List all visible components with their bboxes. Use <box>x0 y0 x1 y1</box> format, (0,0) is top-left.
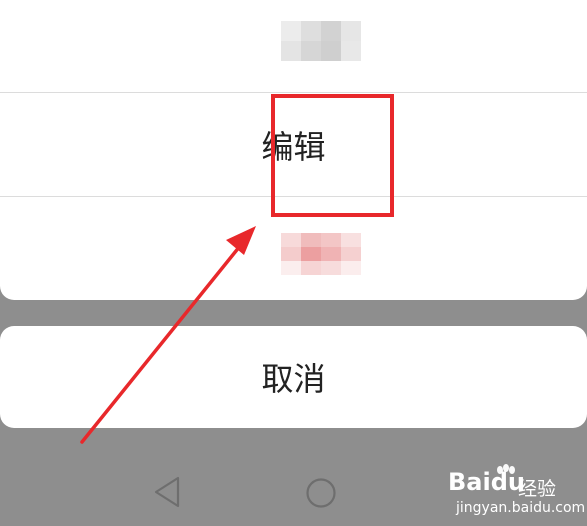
watermark-brand: Baidu <box>448 468 525 496</box>
menu-item-edit[interactable]: 编辑 <box>0 93 587 196</box>
watermark-url: jingyan.baidu.com <box>456 500 586 516</box>
blurred-text-mosaic <box>281 21 361 61</box>
cancel-label: 取消 <box>261 360 326 398</box>
blurred-text-mosaic-red <box>281 233 361 275</box>
back-triangle-icon[interactable] <box>151 475 183 509</box>
home-circle-icon[interactable] <box>305 477 337 509</box>
cancel-button[interactable]: 取消 <box>0 326 587 428</box>
watermark-name: 经验 <box>518 478 557 500</box>
edit-label: 编辑 <box>261 127 326 166</box>
